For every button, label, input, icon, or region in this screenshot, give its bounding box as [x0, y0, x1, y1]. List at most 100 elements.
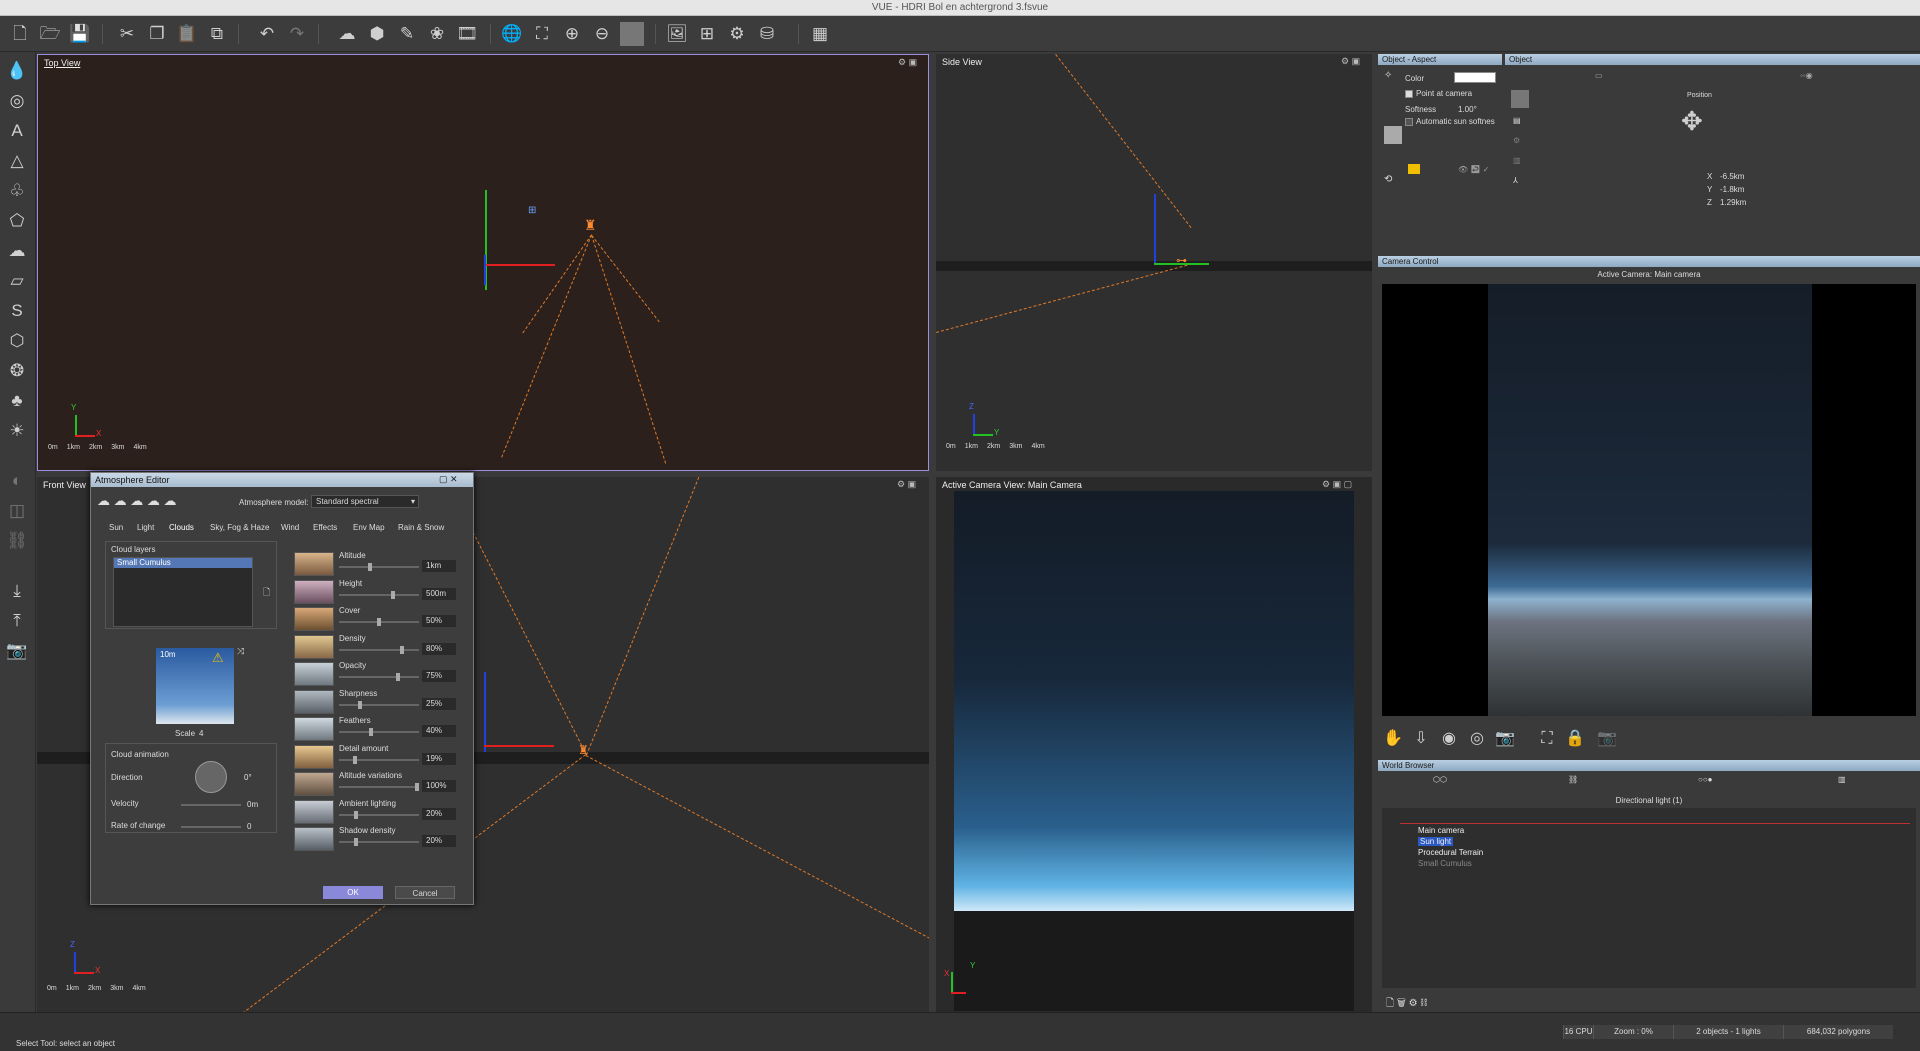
color-swatch[interactable]	[1454, 72, 1496, 83]
slider-height[interactable]: Height 500m	[294, 579, 459, 605]
npr-icon[interactable]: ⚙	[725, 22, 749, 46]
material-icon[interactable]: ⬢	[365, 22, 389, 46]
cut-icon[interactable]: ✂	[115, 22, 139, 46]
ecosystem-tool-icon[interactable]: ♣	[4, 388, 30, 414]
sun-light-icon[interactable]: ♜	[584, 217, 597, 234]
object-icon-3[interactable]: ⚙	[1513, 136, 1520, 145]
snapshot-icon[interactable]: 📷	[1494, 728, 1516, 750]
slider-track[interactable]	[339, 755, 419, 764]
point-at-camera-checkbox[interactable]	[1405, 90, 1413, 98]
orbit-icon[interactable]: ◎	[1466, 728, 1488, 750]
render-area-icon[interactable]: ⊞	[695, 22, 719, 46]
cloud-layer-item[interactable]: Small Cumulus	[114, 558, 252, 568]
zoom-out-icon[interactable]: ⊖	[590, 22, 614, 46]
camera-view-viewport[interactable]: Active Camera View: Main Camera ⚙ ▣ ▢ X …	[936, 477, 1372, 1012]
fit-view-icon[interactable]: ⛶	[530, 22, 554, 46]
text-icon[interactable]: A	[4, 118, 30, 144]
object-icon-2[interactable]: ▤	[1513, 116, 1521, 125]
ecosystem-icon[interactable]: ❀	[425, 22, 449, 46]
preview-icon[interactable]	[620, 22, 644, 46]
slider-track[interactable]	[339, 838, 419, 846]
slider-value[interactable]: 75%	[422, 670, 456, 682]
slider-cover[interactable]: Cover 50%	[294, 606, 459, 632]
slider-knob[interactable]	[354, 838, 359, 846]
tab-library-icon[interactable]: ▥	[1838, 775, 1846, 784]
top-view-viewport[interactable]: Top View ⚙ ▣ ⊞ ♜ Y X 0m 1km 2km 3km 4km	[37, 54, 929, 471]
tab-effects[interactable]: Effects	[313, 523, 337, 532]
tree-item-main-camera[interactable]: Main camera	[1418, 826, 1464, 835]
slider-knob[interactable]	[377, 618, 381, 626]
position-x-field[interactable]: -6.5km	[1720, 172, 1744, 181]
slider-opacity[interactable]: Opacity 75%	[294, 661, 459, 687]
metablob-icon[interactable]: ❂	[4, 358, 30, 384]
tree-item-procedural-terrain[interactable]: Procedural Terrain	[1418, 848, 1483, 857]
preview-swatch[interactable]	[1384, 126, 1402, 144]
redo-icon[interactable]: ↷	[285, 22, 309, 46]
lock-icon[interactable]: 🔒	[1564, 728, 1586, 750]
rate-slider[interactable]	[181, 826, 241, 828]
rotate-icon[interactable]: ◉	[1438, 728, 1460, 750]
velocity-slider[interactable]	[181, 804, 241, 806]
copy-icon[interactable]: ❐	[145, 22, 169, 46]
world-tree-root[interactable]	[1400, 816, 1910, 824]
slider-track[interactable]	[339, 783, 419, 791]
sphere-icon[interactable]: ◎	[4, 88, 30, 114]
slider-value[interactable]: 100%	[422, 780, 456, 792]
pan-icon[interactable]: ✋	[1382, 728, 1404, 750]
atmosphere-model-select[interactable]: Standard spectral ▾	[311, 495, 419, 508]
water-icon[interactable]: 💧	[4, 58, 30, 84]
cancel-button[interactable]: Cancel	[395, 886, 455, 899]
tab-objects-icon[interactable]: ⬡⬡	[1433, 775, 1447, 784]
side-view-viewport[interactable]: Side View ⚙ ▣ ⊶ Z Y 0m 1km 2km 3km 4km	[936, 54, 1372, 471]
dolly-icon[interactable]: ⇩	[1410, 728, 1432, 750]
new-file-icon[interactable]: 🗋	[8, 22, 32, 46]
tab-motion-icon[interactable]: ◦◦◉	[1800, 71, 1813, 80]
globe-icon[interactable]: 🌐	[500, 22, 524, 46]
slider-feathers[interactable]: Feathers 40%	[294, 716, 459, 742]
tab-sun[interactable]: Sun	[109, 523, 123, 532]
tree-item-sun-light[interactable]: Sun light	[1418, 837, 1454, 846]
slider-knob[interactable]	[399, 645, 404, 654]
tab-wind[interactable]: Wind	[281, 523, 299, 532]
slider-value[interactable]: 40%	[422, 725, 456, 737]
atmosphere-presets-icon[interactable]: ☁ ☁ ☁ ☁ ☁	[97, 493, 176, 509]
slider-shadow-density[interactable]: Shadow density 20%	[294, 826, 459, 852]
slider-knob[interactable]	[390, 590, 395, 599]
shuffle-icon[interactable]: ⤨	[237, 646, 244, 657]
save-file-icon[interactable]: 💾	[68, 22, 92, 46]
slider-knob[interactable]	[354, 810, 359, 819]
viewport-options-icon[interactable]: ⚙ ▣	[898, 57, 917, 68]
slider-altitude-variations[interactable]: Altitude variations 100%	[294, 771, 459, 797]
cloud-icon[interactable]: ☁	[4, 238, 30, 264]
slider-altitude[interactable]: Altitude 1km	[294, 551, 459, 577]
plane-icon[interactable]: ▱	[4, 268, 30, 294]
tab-links-icon[interactable]: ⛓	[1568, 775, 1578, 784]
viewport-options-icon[interactable]: ⚙ ▣	[1341, 56, 1360, 67]
slider-knob[interactable]	[358, 700, 362, 709]
slider-sharpness[interactable]: Sharpness 25%	[294, 689, 459, 715]
slider-value[interactable]: 500m	[422, 587, 456, 600]
tab-numerics-icon[interactable]: ▭	[1595, 71, 1603, 80]
direction-field[interactable]: 0°	[244, 773, 252, 782]
camera-store-icon[interactable]: 📷	[1596, 728, 1618, 750]
slider-value[interactable]: 25%	[422, 697, 456, 710]
atmosphere-icon[interactable]: ☁	[335, 22, 359, 46]
film-icon[interactable]: 🎞	[455, 22, 479, 46]
slider-knob[interactable]	[367, 563, 372, 571]
tab-sky-fog-haze[interactable]: Sky, Fog & Haze	[210, 523, 269, 532]
object-icon-1[interactable]	[1511, 90, 1529, 108]
position-gizmo-icon[interactable]: ✥	[1681, 106, 1703, 137]
undo-icon[interactable]: ↶	[255, 22, 279, 46]
direction-dial[interactable]	[195, 761, 227, 793]
plant-icon[interactable]: ♧	[4, 178, 30, 204]
slider-value[interactable]: 20%	[422, 835, 456, 847]
world-tree[interactable]	[1382, 808, 1916, 988]
layout-icon[interactable]: ▦	[808, 22, 832, 46]
velocity-field[interactable]: 0m	[247, 800, 258, 809]
duplicate-icon[interactable]: ⧉	[205, 22, 229, 46]
open-file-icon[interactable]: 🗁	[38, 22, 62, 46]
color-tag[interactable]	[1408, 164, 1420, 174]
frame-icon[interactable]: ⛶	[1536, 728, 1558, 750]
slider-track[interactable]	[339, 700, 419, 709]
slider-track[interactable]	[339, 590, 419, 599]
